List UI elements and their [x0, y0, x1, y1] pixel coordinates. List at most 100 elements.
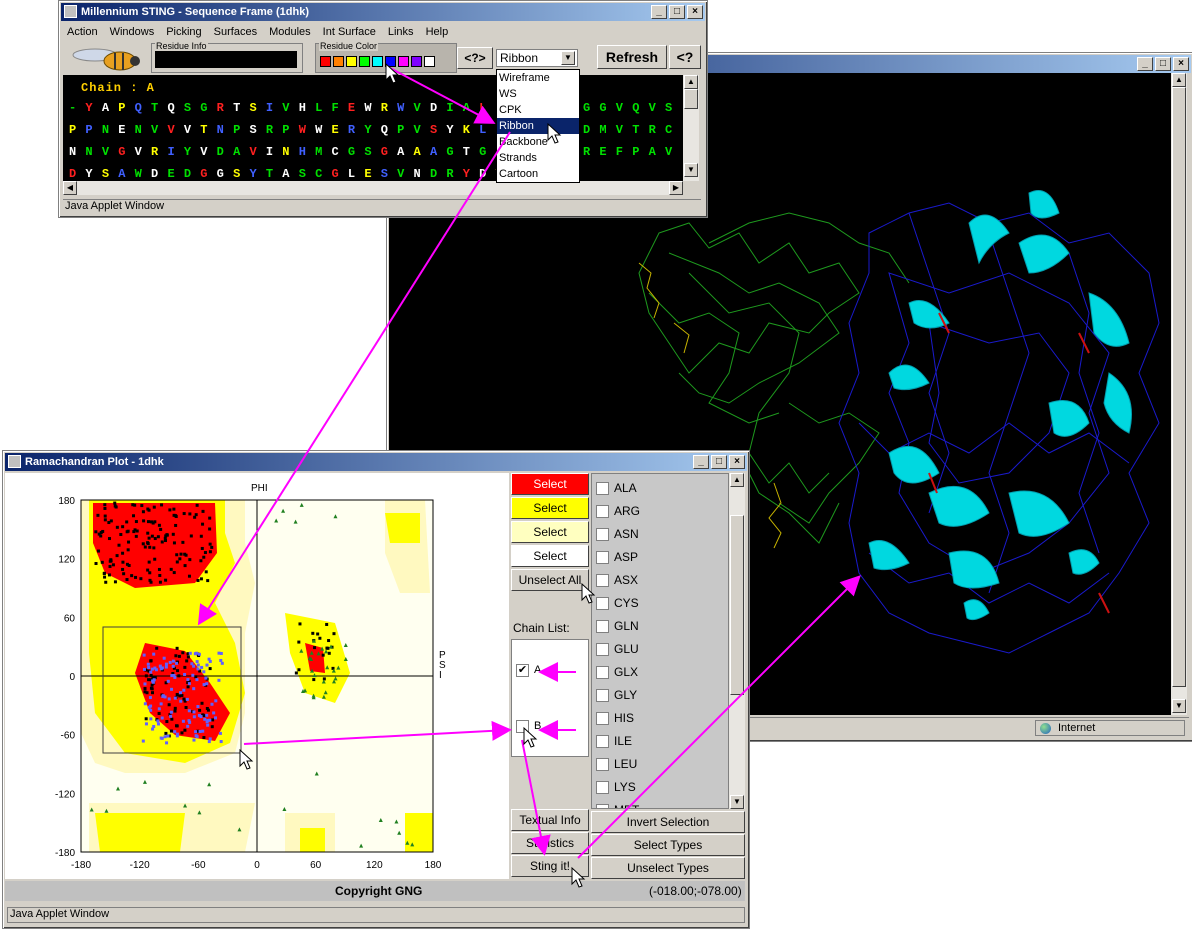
minimize-icon[interactable]: _ — [693, 455, 709, 469]
residue-type-item[interactable]: HIS — [594, 710, 724, 728]
residue-type-item[interactable]: GLX — [594, 664, 724, 682]
residue-letter[interactable]: V — [414, 101, 430, 115]
residue-letter[interactable]: L — [479, 123, 495, 137]
color-swatch[interactable] — [359, 56, 370, 67]
residue-letter[interactable]: R — [151, 145, 167, 159]
option-cartoon[interactable]: Cartoon — [497, 166, 579, 182]
residue-letter[interactable]: G — [446, 145, 462, 159]
residue-letter[interactable]: N — [217, 123, 233, 137]
scroll-up-icon[interactable]: ▲ — [684, 75, 698, 89]
residue-type-checkbox[interactable] — [596, 482, 609, 495]
residue-letter[interactable]: V — [282, 101, 298, 115]
option-ws[interactable]: WS — [497, 86, 579, 102]
chain-a-checkbox[interactable]: ✔ — [516, 664, 529, 677]
residue-letter[interactable]: A — [118, 167, 134, 181]
residue-letter[interactable]: Y — [85, 101, 101, 115]
minimize-icon[interactable]: _ — [1137, 57, 1153, 71]
residue-letter[interactable]: G — [332, 167, 348, 181]
option-ribbon[interactable]: Ribbon — [497, 118, 579, 134]
type-list-vscrollbar[interactable]: ▲ ▼ — [729, 473, 745, 809]
residue-letter[interactable]: I — [266, 145, 282, 159]
residue-letter[interactable]: E — [348, 101, 364, 115]
residue-letter[interactable]: R — [217, 101, 233, 115]
residue-letter[interactable]: Y — [446, 123, 462, 137]
residue-letter[interactable]: K — [463, 123, 479, 137]
select-types-button[interactable]: Select Types — [591, 834, 745, 856]
residue-type-item[interactable]: MET — [594, 802, 724, 808]
scroll-right-icon[interactable]: ▶ — [669, 181, 683, 195]
close-icon[interactable]: × — [729, 455, 745, 469]
residue-letter[interactable]: V — [135, 145, 151, 159]
residue-type-item[interactable]: ASX — [594, 572, 724, 590]
residue-type-item[interactable]: GLY — [594, 687, 724, 705]
residue-letter[interactable]: D — [69, 167, 85, 181]
residue-letter[interactable]: N — [102, 123, 118, 137]
residue-letter[interactable]: A — [102, 101, 118, 115]
residue-letter[interactable]: F — [332, 101, 348, 115]
residue-letter[interactable]: S — [184, 101, 200, 115]
color-swatch[interactable] — [320, 56, 331, 67]
residue-type-item[interactable]: LYS — [594, 779, 724, 797]
residue-letter[interactable]: Y — [364, 123, 380, 137]
scroll-thumb[interactable] — [730, 515, 744, 695]
residue-letter[interactable]: D — [217, 145, 233, 159]
residue-letter[interactable]: T — [463, 145, 479, 159]
residue-letter[interactable]: H — [299, 101, 315, 115]
residue-letter[interactable]: T — [151, 101, 167, 115]
sequence-panel[interactable]: Chain : A - Y A P Q T Q S G R T S I V H … — [63, 75, 683, 181]
color-swatch[interactable] — [385, 56, 396, 67]
option-backbone[interactable]: Backbone — [497, 134, 579, 150]
chain-list[interactable]: ✔ A B — [511, 639, 589, 757]
residue-type-checkbox[interactable] — [596, 735, 609, 748]
residue-letter[interactable]: S — [430, 123, 446, 137]
residue-letter[interactable]: S — [249, 101, 265, 115]
close-icon[interactable]: × — [1173, 57, 1189, 71]
residue-letter[interactable]: W — [135, 167, 151, 181]
residue-letter[interactable]: P — [118, 101, 134, 115]
color-swatch[interactable] — [372, 56, 383, 67]
residue-letter[interactable]: P — [397, 123, 413, 137]
residue-letter[interactable]: G — [200, 101, 216, 115]
residue-letter[interactable]: P — [69, 123, 85, 137]
residue-letter[interactable]: Y — [463, 167, 479, 181]
residue-letter[interactable]: I — [167, 145, 183, 159]
select-lightyellow-button[interactable]: Select — [511, 521, 589, 543]
residue-type-list[interactable]: ALA ARG ASN ASP ASX CYS GLN GLU GLX GLY HIS ILE LEU L… — [591, 473, 729, 809]
residue-type-checkbox[interactable] — [596, 689, 609, 702]
color-swatch[interactable] — [411, 56, 422, 67]
option-wireframe[interactable]: Wireframe — [497, 70, 579, 86]
residue-type-item[interactable]: LEU — [594, 756, 724, 774]
residue-letter[interactable]: H — [299, 145, 315, 159]
menu-links[interactable]: Links — [388, 23, 414, 41]
select-red-button[interactable]: Select — [511, 473, 589, 495]
scroll-up-icon[interactable]: ▲ — [1172, 73, 1186, 87]
residue-type-item[interactable]: ARG — [594, 503, 724, 521]
residue-letter[interactable]: S — [102, 167, 118, 181]
residue-letter[interactable]: Y — [85, 167, 101, 181]
sequence-row-tail[interactable]: D M V T R C — [583, 123, 673, 137]
residue-letter[interactable]: L — [315, 101, 331, 115]
sequence-row[interactable]: D Y S A W D E D G G S Y T A S C G L E S … — [69, 167, 512, 181]
residue-letter[interactable]: W — [299, 123, 315, 137]
residue-letter[interactable]: G — [217, 167, 233, 181]
option-cpk[interactable]: CPK — [497, 102, 579, 118]
residue-letter[interactable]: G — [381, 145, 397, 159]
color-swatch[interactable] — [398, 56, 409, 67]
residue-letter[interactable]: V — [397, 167, 413, 181]
residue-letter[interactable]: I — [446, 101, 462, 115]
select-white-button[interactable]: Select — [511, 545, 589, 567]
chevron-down-icon[interactable]: ▼ — [561, 51, 575, 65]
residue-letter[interactable]: V — [167, 123, 183, 137]
menu-surfaces[interactable]: Surfaces — [214, 23, 257, 41]
residue-type-checkbox[interactable] — [596, 528, 609, 541]
residue-letter[interactable]: D — [479, 167, 495, 181]
scroll-down-icon[interactable]: ▼ — [730, 795, 744, 809]
statistics-button[interactable]: Statistics — [511, 832, 589, 854]
residue-type-item[interactable]: GLU — [594, 641, 724, 659]
residue-letter[interactable]: C — [332, 145, 348, 159]
residue-letter[interactable]: V — [102, 145, 118, 159]
residue-letter[interactable]: L — [348, 167, 364, 181]
residue-letter[interactable]: N — [135, 123, 151, 137]
residue-type-checkbox[interactable] — [596, 804, 609, 808]
residue-type-checkbox[interactable] — [596, 597, 609, 610]
